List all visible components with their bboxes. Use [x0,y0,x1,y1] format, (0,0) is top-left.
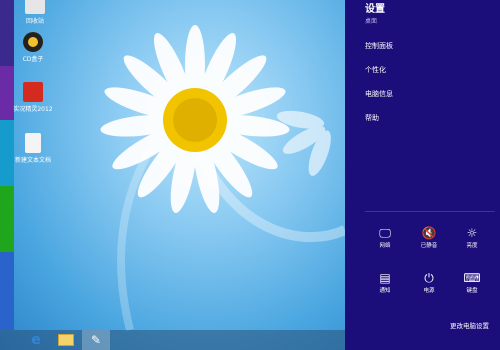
paint-icon: ✎ [90,333,102,347]
quick-volume[interactable]: 🔇 已静音 [414,226,444,249]
recycle-bin-icon [25,0,45,14]
quick-label: 键盘 [466,288,478,294]
desktop-icon-label: 回收站 [25,18,44,25]
quick-brightness[interactable]: ☼ 亮度 [457,226,487,249]
text-file-icon [25,133,41,153]
keyboard-icon: ⌨ [463,271,481,285]
quick-label: 电源 [423,288,435,294]
settings-title: 设置 [365,4,385,15]
settings-subtitle: 桌面 [365,18,378,25]
quick-power[interactable]: ⏻ 电源 [414,271,444,294]
menu-control-panel[interactable]: 控制面板 [365,41,393,51]
quick-label: 通知 [379,288,391,294]
desktop-icon-cd[interactable]: CD盒子 [13,32,53,63]
desktop-icon-label: CD盒子 [22,56,44,63]
quick-label: 网络 [379,243,391,249]
cd-app-icon [23,32,43,52]
menu-help[interactable]: 帮助 [365,113,379,123]
settings-charm-panel: 设置 桌面 控制面板 个性化 电脑信息 帮助 🖵 网络 🔇 已静音 ☼ 亮度 ▤… [345,0,500,350]
ie-button[interactable]: e [22,330,50,350]
start-edge-strip [0,0,14,330]
desktop-icon-text-file[interactable]: 新建文本文档 [13,133,53,164]
power-icon: ⏻ [424,271,434,285]
network-icon: 🖵 [379,226,391,240]
desktop-icon-label: 实况精灵2012 [13,106,53,113]
desktop-icon-game[interactable]: 实况精灵2012 [13,82,53,113]
explorer-button[interactable] [52,330,80,350]
quick-network[interactable]: 🖵 网络 [370,226,400,249]
desktop[interactable]: 回收站 CD盒子 实况精灵2012 新建文本文档 e ✎ [0,0,345,350]
paint-button[interactable]: ✎ [82,330,110,350]
folder-icon [58,334,74,346]
menu-personalization[interactable]: 个性化 [365,65,386,75]
internet-explorer-icon: e [31,332,41,348]
game-app-icon [23,82,43,102]
change-pc-settings-link[interactable]: 更改电脑设置 [450,320,489,330]
quick-keyboard[interactable]: ⌨ 键盘 [457,271,487,294]
divider [365,211,495,212]
quick-notifications[interactable]: ▤ 通知 [370,271,400,294]
desktop-icon-recycle-bin[interactable]: 回收站 [15,0,55,25]
menu-pc-info[interactable]: 电脑信息 [365,89,393,99]
taskbar: e ✎ [0,330,345,350]
quick-label: 亮度 [466,243,478,249]
notification-icon: ▤ [379,271,391,285]
desktop-icon-label: 新建文本文档 [14,157,51,164]
quick-label: 已静音 [420,243,438,249]
mute-icon: 🔇 [421,226,437,240]
brightness-icon: ☼ [466,226,478,240]
